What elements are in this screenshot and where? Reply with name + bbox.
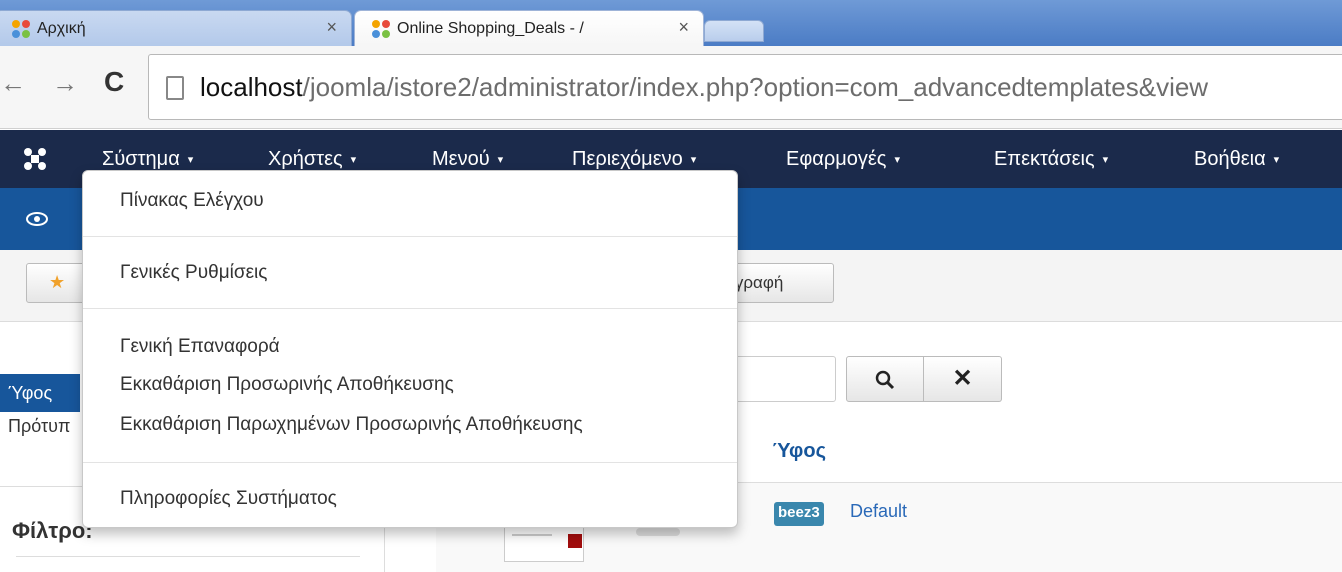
menu-item-system-information[interactable]: Πληροφορίες Συστήματος (120, 488, 337, 510)
column-header-style[interactable]: Ύφος (772, 440, 826, 463)
filter-label: Φίλτρο: (12, 518, 93, 543)
menu-item-global-checkin[interactable]: Γενική Επαναφορά (120, 336, 280, 358)
eye-icon (26, 206, 48, 232)
close-icon: ✕ (952, 365, 973, 392)
divider (16, 556, 360, 557)
search-icon (875, 366, 895, 391)
tab-title: Online Shopping_Deals - / (397, 19, 584, 37)
url-text[interactable]: localhost/joomla/istore2/administrator/i… (200, 72, 1208, 103)
browser-tab-active[interactable]: Online Shopping_Deals - / × (354, 10, 704, 46)
menu-extensions[interactable]: Επεκτάσεις ▾ (994, 130, 1108, 188)
forward-arrow-icon[interactable]: → (52, 68, 78, 99)
menu-help[interactable]: Βοήθεια ▾ (1194, 130, 1279, 188)
close-icon[interactable]: × (678, 17, 689, 38)
reload-icon[interactable]: C (104, 66, 124, 98)
joomla-favicon-icon (371, 19, 391, 39)
sidebar-item-templates[interactable]: Πρότυπ (0, 416, 70, 437)
browser-tab-home[interactable]: Αρχική × (0, 10, 352, 46)
template-badge: beez3 (774, 502, 824, 526)
star-icon: ★ (49, 272, 66, 292)
menu-components[interactable]: Εφαρμογές ▾ (786, 130, 900, 188)
thumbnail-detail (568, 534, 582, 548)
caret-down-icon: ▾ (350, 153, 357, 166)
caret-down-icon: ▾ (1273, 153, 1280, 166)
back-arrow-icon[interactable]: ← (0, 68, 26, 99)
tab-title: Αρχική (37, 19, 86, 37)
page-icon (166, 76, 184, 100)
caret-down-icon: ▾ (894, 153, 900, 166)
menu-item-clear-cache[interactable]: Εκκαθάριση Προσωρινής Αποθήκευσης (120, 374, 454, 396)
clear-button[interactable]: ✕ (924, 356, 1002, 402)
menu-item-control-panel[interactable]: Πίνακας Ελέγχου (120, 190, 264, 212)
menu-item-clear-expired-cache[interactable]: Εκκαθάριση Παρωχημένων Προσωρινής Αποθήκ… (120, 414, 583, 436)
sidebar-item-styles[interactable]: Ύφος (0, 374, 80, 412)
divider (83, 308, 737, 309)
close-icon[interactable]: × (326, 17, 337, 38)
divider (83, 462, 737, 463)
new-tab-button[interactable] (704, 20, 764, 42)
caret-down-icon: ▾ (1102, 153, 1109, 166)
divider (83, 236, 737, 237)
joomla-logo-icon[interactable] (22, 146, 48, 172)
default-star-icon[interactable] (636, 528, 680, 536)
caret-down-icon: ▾ (187, 153, 194, 166)
caret-down-icon: ▾ (690, 153, 697, 166)
style-link[interactable]: Default (850, 501, 907, 522)
caret-down-icon: ▾ (497, 153, 504, 166)
joomla-favicon-icon (11, 19, 31, 39)
search-button[interactable] (846, 356, 924, 402)
menu-item-global-configuration[interactable]: Γενικές Ρυθμίσεις (120, 262, 267, 284)
